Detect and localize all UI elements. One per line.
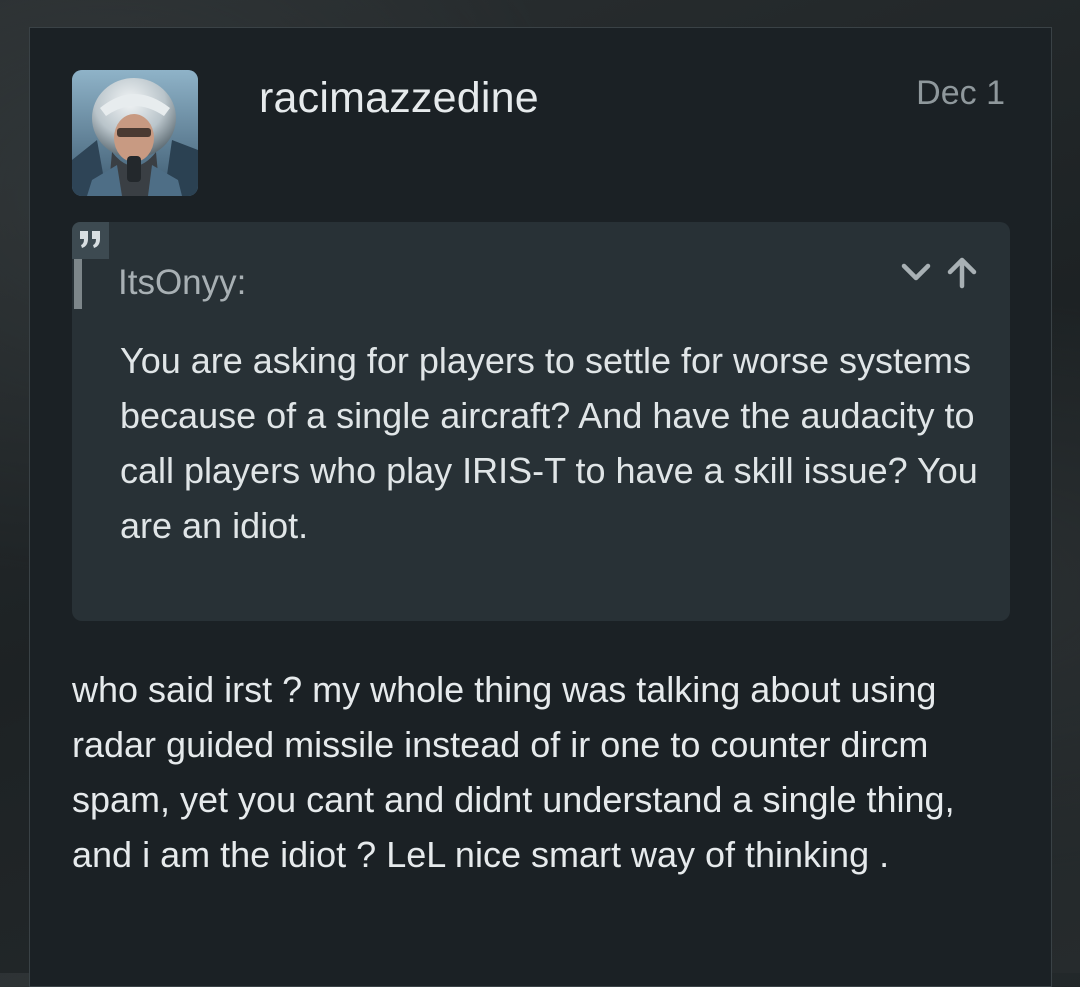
quote-controls xyxy=(898,254,980,295)
quote-author[interactable]: ItsOnyy: xyxy=(118,260,246,306)
pilot-avatar-image xyxy=(72,70,198,196)
post-card: racimazzedine Dec 1 ItsOnyy: You are ask xyxy=(29,27,1052,987)
quote-accent-bar xyxy=(74,259,82,309)
quote-text: You are asking for players to settle for… xyxy=(120,340,978,546)
quote-block: ItsOnyy: You are asking for players to s… xyxy=(72,222,1010,621)
post-body: who said irst ? my whole thing was talki… xyxy=(72,669,955,875)
chevron-down-icon[interactable] xyxy=(898,254,934,295)
arrow-up-icon[interactable] xyxy=(944,254,980,295)
quote-icon xyxy=(72,222,109,259)
post-date[interactable]: Dec 1 xyxy=(916,71,1005,115)
avatar[interactable] xyxy=(72,70,198,196)
username[interactable]: racimazzedine xyxy=(259,70,539,126)
